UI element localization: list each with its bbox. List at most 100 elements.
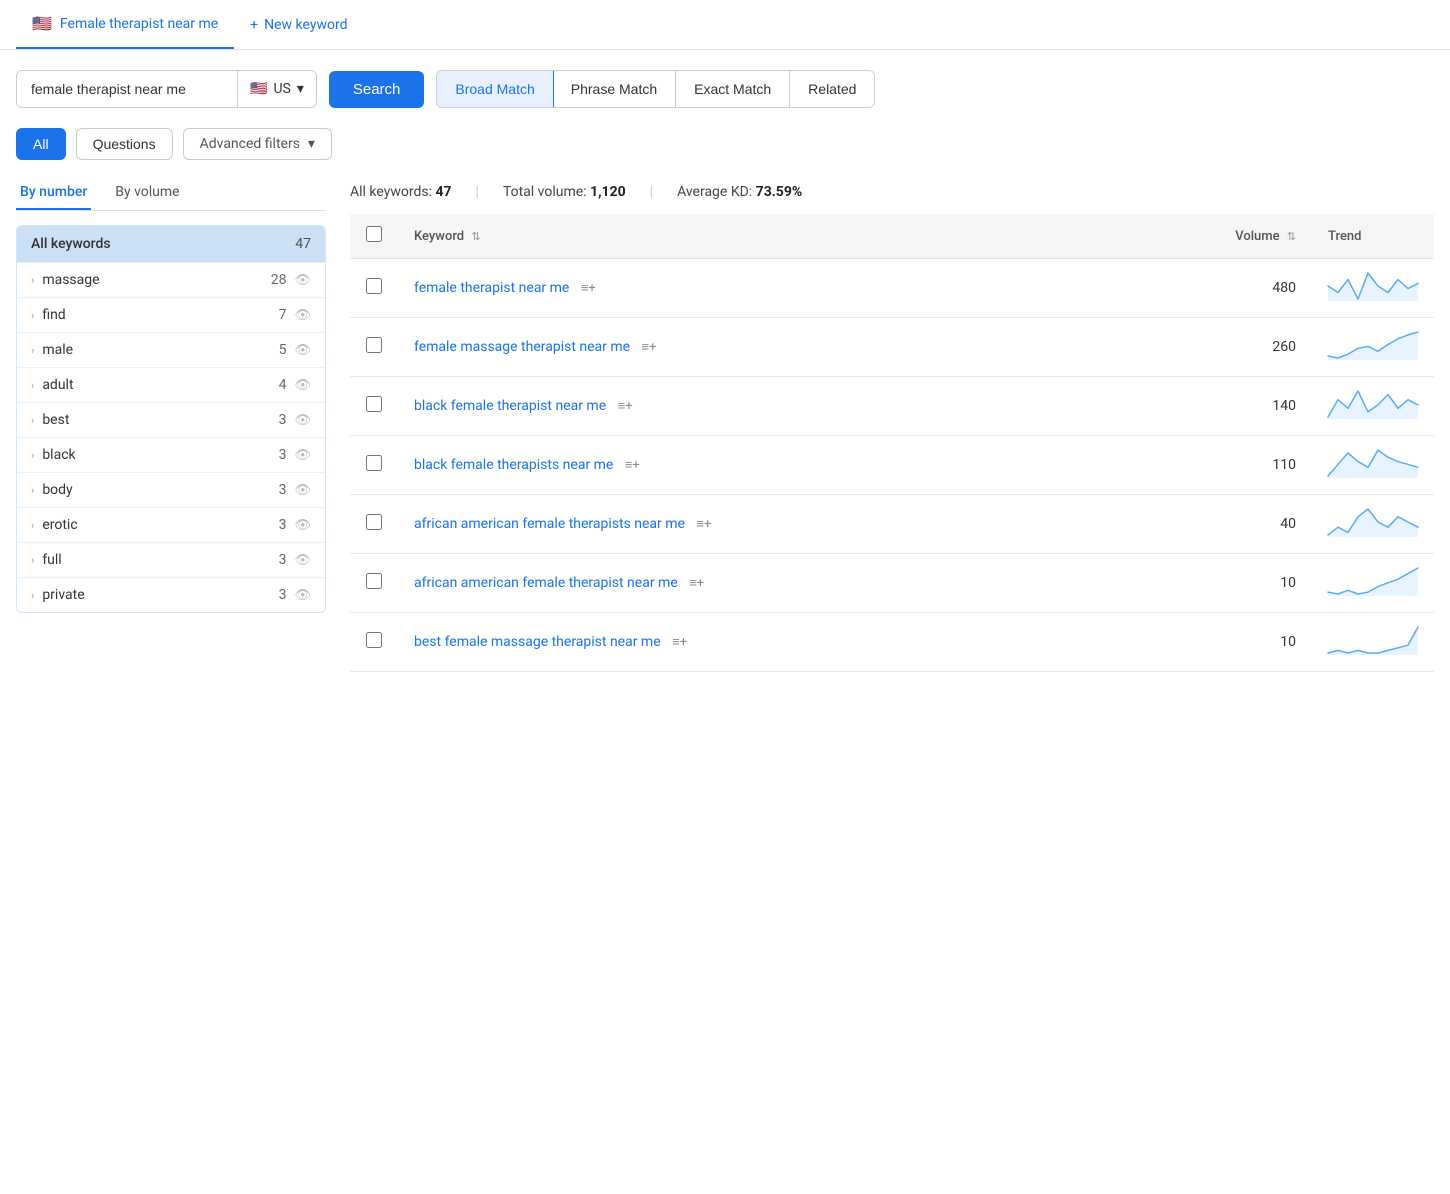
add-to-list-icon[interactable]: ≡+ (696, 516, 711, 532)
volume-cell: 140 (1111, 377, 1312, 436)
chevron-right-icon: › (31, 554, 34, 567)
eye-icon[interactable]: 👁 (294, 413, 311, 428)
match-tab-exact[interactable]: Exact Match (676, 71, 790, 107)
keyword-cell[interactable]: female massage therapist near me ≡+ (398, 318, 1111, 377)
tab-main-label: Female therapist near me (60, 16, 218, 32)
chevron-right-icon: › (31, 449, 34, 462)
eye-icon[interactable]: 👁 (294, 553, 311, 568)
keyword-word: best (42, 412, 69, 428)
chevron-right-icon: › (31, 344, 34, 357)
search-input-wrap: 🇺🇸 US ▾ (16, 70, 317, 108)
keyword-cell[interactable]: female therapist near me ≡+ (398, 259, 1111, 318)
sort-by-volume[interactable]: By volume (111, 176, 183, 210)
match-tab-related[interactable]: Related (790, 71, 874, 107)
row-checkbox[interactable] (366, 514, 382, 530)
eye-icon[interactable]: 👁 (294, 308, 311, 323)
keyword-row-right: 3 👁 (279, 587, 311, 603)
list-item[interactable]: › body 3 👁 (17, 472, 325, 507)
keyword-word: adult (42, 377, 73, 393)
tab-main[interactable]: 🇺🇸 Female therapist near me (16, 0, 234, 49)
keyword-count: 3 (279, 447, 287, 463)
keyword-cell[interactable]: african american female therapist near m… (398, 554, 1111, 613)
eye-icon[interactable]: 👁 (294, 588, 311, 603)
keyword-word: erotic (42, 517, 77, 533)
chevron-right-icon: › (31, 519, 34, 532)
chevron-right-icon: › (31, 484, 34, 497)
trend-cell (1312, 377, 1434, 436)
filter-questions[interactable]: Questions (76, 128, 173, 160)
keyword-word: full (42, 552, 61, 568)
advanced-filters-label: Advanced filters (200, 136, 300, 152)
eye-icon[interactable]: 👁 (294, 273, 311, 288)
eye-icon[interactable]: 👁 (294, 518, 311, 533)
row-checkbox[interactable] (366, 573, 382, 589)
eye-icon[interactable]: 👁 (294, 448, 311, 463)
row-checkbox[interactable] (366, 396, 382, 412)
keyword-count: 7 (279, 307, 287, 323)
keyword-cell[interactable]: best female massage therapist near me ≡+ (398, 613, 1111, 672)
volume-cell: 480 (1111, 259, 1312, 318)
row-checkbox[interactable] (366, 337, 382, 353)
keyword-cell[interactable]: black female therapist near me ≡+ (398, 377, 1111, 436)
eye-icon[interactable]: 👁 (294, 343, 311, 358)
search-button[interactable]: Search (329, 71, 425, 108)
keyword-row-left: › find (31, 307, 66, 323)
add-to-list-icon[interactable]: ≡+ (625, 457, 640, 473)
row-checkbox[interactable] (366, 455, 382, 471)
row-checkbox[interactable] (366, 278, 382, 294)
advanced-filters[interactable]: Advanced filters ▾ (183, 128, 332, 160)
list-item[interactable]: › black 3 👁 (17, 437, 325, 472)
country-select[interactable]: 🇺🇸 US ▾ (237, 71, 316, 107)
keyword-cell[interactable]: black female therapists near me ≡+ (398, 436, 1111, 495)
trend-cell (1312, 318, 1434, 377)
filter-all[interactable]: All (16, 128, 66, 160)
row-checkbox[interactable] (366, 632, 382, 648)
list-item[interactable]: › erotic 3 👁 (17, 507, 325, 542)
keyword-row-right: 3 👁 (279, 412, 311, 428)
sort-by-number[interactable]: By number (16, 176, 91, 210)
trend-cell (1312, 554, 1434, 613)
keyword-sort-icon[interactable]: ⇅ (471, 230, 480, 243)
add-to-list-icon[interactable]: ≡+ (581, 280, 596, 296)
trend-cell (1312, 613, 1434, 672)
keyword-list: All keywords 47 › massage 28 👁 › find 7 … (16, 225, 326, 613)
tab-new-label: New keyword (264, 17, 347, 33)
add-to-list-icon[interactable]: ≡+ (642, 339, 657, 355)
search-input[interactable] (17, 71, 237, 107)
eye-icon[interactable]: 👁 (294, 378, 311, 393)
match-tab-broad[interactable]: Broad Match (436, 70, 553, 108)
volume-cell: 260 (1111, 318, 1312, 377)
add-to-list-icon[interactable]: ≡+ (689, 575, 704, 591)
match-tab-phrase[interactable]: Phrase Match (553, 71, 676, 107)
keyword-cell[interactable]: african american female therapists near … (398, 495, 1111, 554)
volume-cell: 10 (1111, 554, 1312, 613)
list-item[interactable]: › male 5 👁 (17, 332, 325, 367)
add-to-list-icon[interactable]: ≡+ (672, 634, 687, 650)
list-item[interactable]: › adult 4 👁 (17, 367, 325, 402)
list-item[interactable]: › private 3 👁 (17, 577, 325, 612)
table-row: black female therapists near me ≡+ 110 (350, 436, 1434, 495)
keyword-list-header-label: All keywords (31, 236, 111, 252)
table-row: female massage therapist near me ≡+ 260 (350, 318, 1434, 377)
keyword-row-left: › private (31, 587, 85, 603)
list-item[interactable]: › find 7 👁 (17, 297, 325, 332)
keyword-row-right: 3 👁 (279, 552, 311, 568)
tab-new-keyword[interactable]: + New keyword (234, 3, 363, 47)
select-all-checkbox[interactable] (366, 226, 382, 242)
list-item[interactable]: › full 3 👁 (17, 542, 325, 577)
col-keyword: Keyword ⇅ (398, 214, 1111, 259)
keyword-count: 3 (279, 482, 287, 498)
chevron-right-icon: › (31, 589, 34, 602)
volume-sort-icon[interactable]: ⇅ (1287, 230, 1296, 243)
keyword-row-right: 5 👁 (279, 342, 311, 358)
keyword-row-left: › erotic (31, 517, 78, 533)
keyword-word: black (42, 447, 75, 463)
list-item[interactable]: › best 3 👁 (17, 402, 325, 437)
eye-icon[interactable]: 👁 (294, 483, 311, 498)
keyword-count: 5 (279, 342, 287, 358)
add-to-list-icon[interactable]: ≡+ (618, 398, 633, 414)
chevron-right-icon: › (31, 414, 34, 427)
main-content: By number By volume All keywords 47 › ma… (0, 176, 1450, 672)
list-item[interactable]: › massage 28 👁 (17, 262, 325, 297)
sidebar-scroll[interactable]: › massage 28 👁 › find 7 👁 › male 5 (17, 262, 325, 612)
